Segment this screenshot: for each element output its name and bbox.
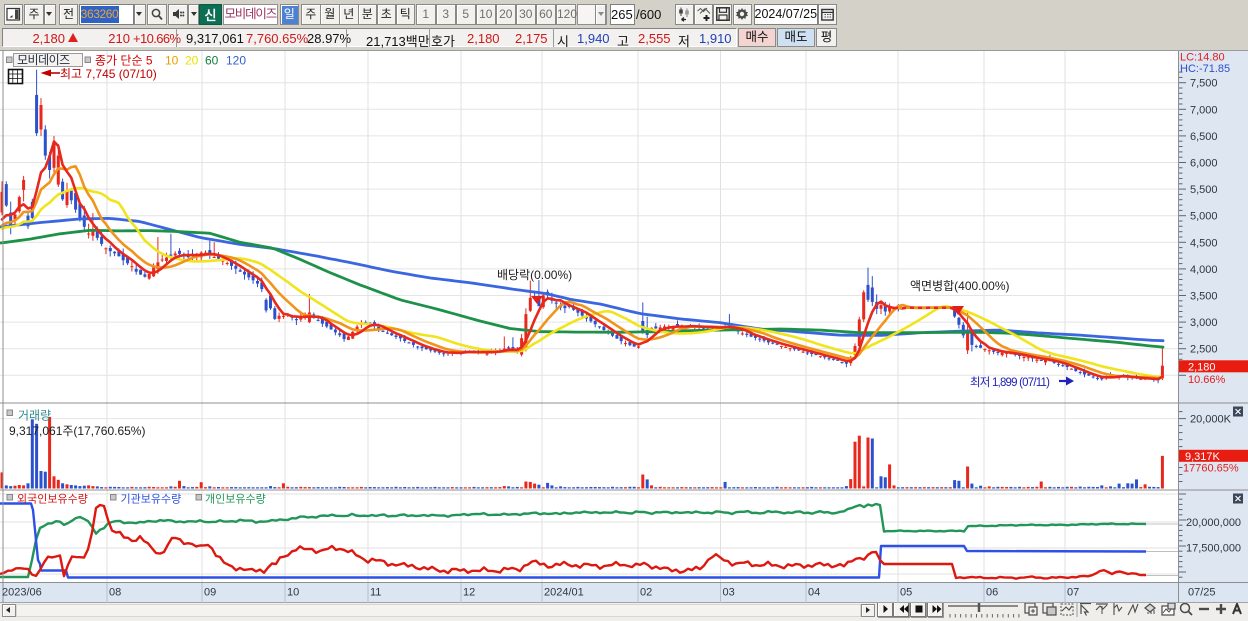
svg-text:2023/06: 2023/06: [2, 587, 42, 599]
svg-text:60: 60: [205, 54, 219, 68]
svg-text:종가 단순 5: 종가 단순 5: [95, 54, 153, 68]
svg-text:2024/01: 2024/01: [544, 587, 584, 599]
svg-text:17760.65%: 17760.65%: [1183, 463, 1239, 475]
svg-text:10: 10: [165, 54, 179, 68]
svg-text:02: 02: [640, 587, 652, 599]
svg-text:07: 07: [1067, 587, 1079, 599]
svg-text:17,500,000: 17,500,000: [1186, 543, 1241, 555]
svg-text:모비데이즈: 모비데이즈: [17, 53, 70, 67]
svg-text:9,317K: 9,317K: [1185, 451, 1221, 463]
svg-text:05: 05: [900, 587, 912, 599]
svg-text:5,000: 5,000: [1190, 211, 1218, 223]
svg-text:4,500: 4,500: [1190, 237, 1218, 249]
svg-text:07/25: 07/25: [1188, 587, 1216, 599]
svg-text:10: 10: [287, 587, 299, 599]
svg-text:개인보유수량: 개인보유수량: [205, 493, 266, 506]
svg-text:03: 03: [723, 587, 735, 599]
svg-text:4,000: 4,000: [1190, 264, 1218, 276]
svg-text:배당락(0.00%): 배당락(0.00%): [497, 268, 572, 282]
svg-text:2,180: 2,180: [1188, 361, 1216, 373]
svg-text:최저 1,899 (07/11): 최저 1,899 (07/11): [970, 376, 1050, 389]
svg-text:3,500: 3,500: [1190, 291, 1218, 303]
svg-text:액면병합(400.00%): 액면병합(400.00%): [910, 279, 1010, 293]
svg-text:기관보유수량: 기관보유수량: [121, 493, 182, 506]
svg-text:최고 7,745 (07/10): 최고 7,745 (07/10): [60, 67, 157, 81]
svg-text:04: 04: [808, 587, 820, 599]
svg-text:외국인보유수량: 외국인보유수량: [17, 493, 88, 506]
svg-text:5,500: 5,500: [1190, 184, 1218, 196]
svg-text:6,500: 6,500: [1190, 131, 1218, 143]
svg-text:6,000: 6,000: [1190, 158, 1218, 170]
svg-text:09: 09: [204, 587, 216, 599]
svg-text:06: 06: [986, 587, 998, 599]
svg-text:120: 120: [226, 54, 246, 68]
svg-text:20,000K: 20,000K: [1190, 414, 1232, 426]
svg-text:2,500: 2,500: [1190, 344, 1218, 356]
svg-text:LC:14.80: LC:14.80: [1180, 52, 1225, 64]
svg-text:20: 20: [185, 54, 199, 68]
svg-text:거래량: 거래량: [18, 409, 51, 423]
svg-text:7,000: 7,000: [1190, 104, 1218, 116]
svg-text:12: 12: [463, 587, 475, 599]
svg-text:HC:-71.85: HC:-71.85: [1180, 63, 1230, 75]
svg-text:9,317,061주(17,760.65%): 9,317,061주(17,760.65%): [9, 424, 145, 438]
svg-text:20,000,000: 20,000,000: [1186, 517, 1241, 529]
svg-text:11: 11: [370, 587, 381, 599]
svg-text:7,500: 7,500: [1190, 78, 1218, 90]
svg-text:3,000: 3,000: [1190, 317, 1218, 329]
svg-text:08: 08: [109, 587, 121, 599]
svg-text:10.66%: 10.66%: [1188, 374, 1226, 386]
